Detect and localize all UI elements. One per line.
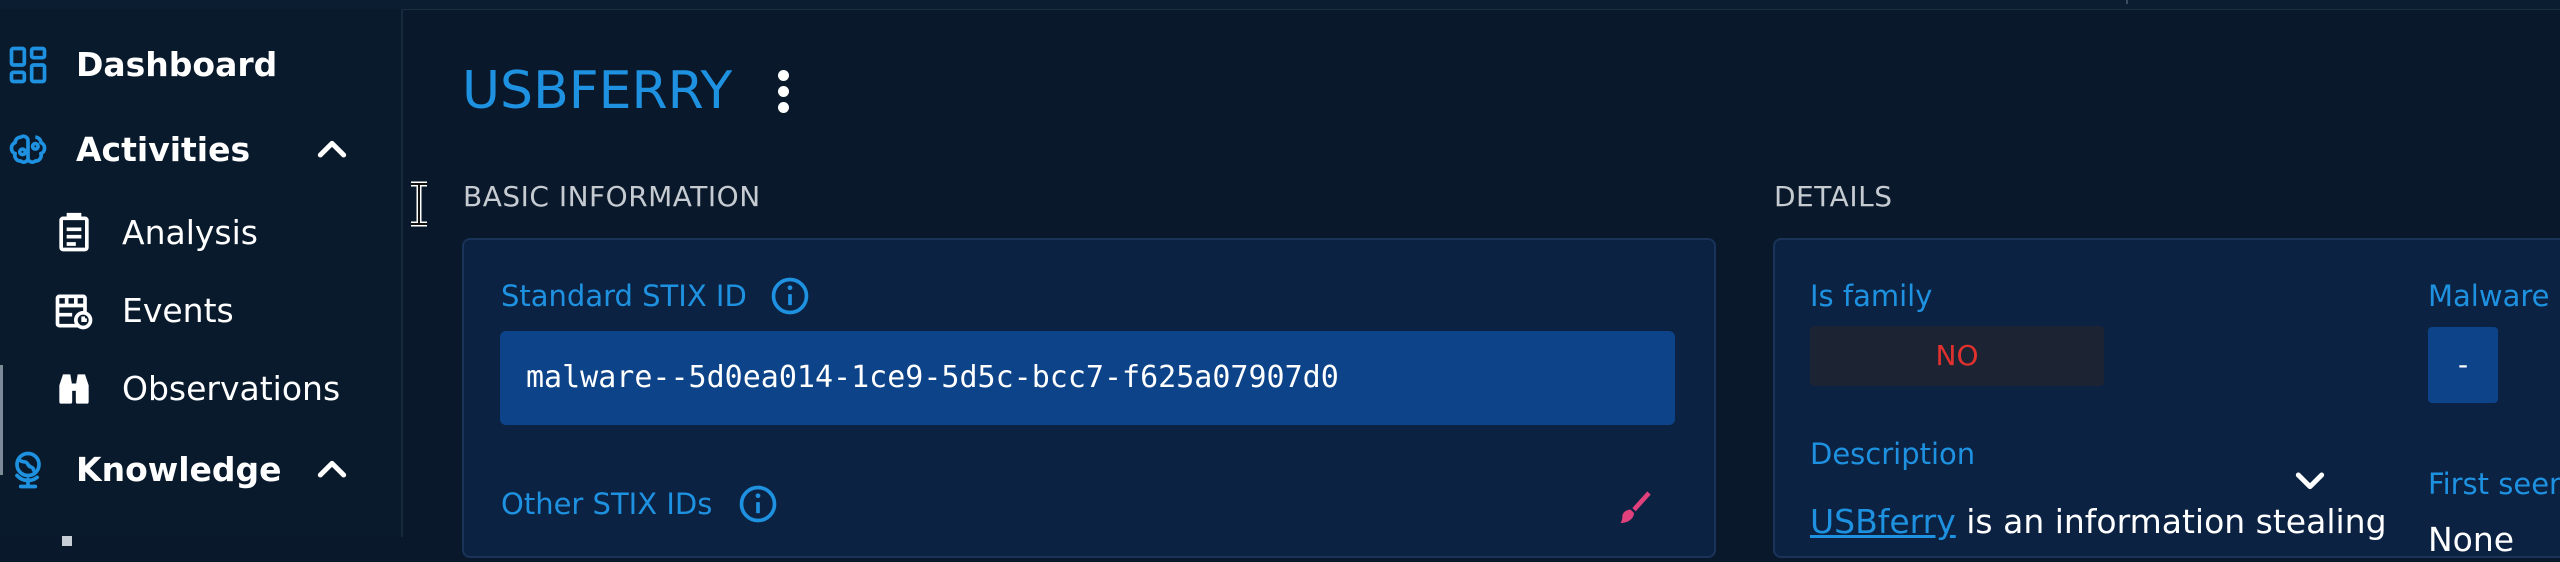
sidebar-item-events[interactable]: Events — [0, 276, 401, 346]
left-navigation: Dashboard Activities Analysis Events Obs… — [0, 9, 403, 546]
more-options-icon[interactable] — [772, 68, 796, 116]
sidebar-item-dashboard[interactable]: Dashboard — [0, 30, 401, 100]
page-title: USBFERRY — [462, 61, 733, 121]
brain-icon — [6, 128, 50, 172]
other-stix-ids-label: Other STIX IDs — [501, 487, 713, 521]
first-seen-label: First seen — [2428, 467, 2560, 501]
basic-information-heading: BASIC INFORMATION — [463, 180, 761, 213]
sidebar-item-label: Analysis — [122, 213, 258, 252]
chevron-down-icon[interactable] — [2290, 460, 2330, 500]
description-link[interactable]: USBferry — [1810, 502, 1956, 541]
sidebar-item-observations[interactable]: Observations — [0, 354, 401, 424]
sidebar-item-knowledge[interactable]: Knowledge — [0, 435, 401, 505]
description-text: USBferry is an information stealing — [1810, 500, 2387, 544]
first-seen-value: None — [2428, 520, 2515, 559]
standard-stix-id-label: Standard STIX ID — [501, 279, 747, 313]
info-icon[interactable] — [736, 482, 780, 526]
globe-icon — [6, 448, 50, 492]
malware-types-badge: - — [2428, 327, 2498, 403]
malware-types-label: Malware — [2428, 279, 2550, 313]
sidebar-item-analysis[interactable]: Analysis — [0, 198, 401, 268]
binoculars-icon — [52, 367, 96, 411]
report-icon — [52, 211, 96, 255]
calendar-icon — [52, 289, 96, 333]
is-family-label: Is family — [1810, 279, 1933, 313]
sidebar-item-label: Knowledge — [76, 450, 282, 489]
is-family-badge: NO — [1810, 326, 2104, 386]
dashboard-icon — [6, 43, 50, 87]
sidebar-scroll-marker — [0, 365, 3, 475]
chevron-up-icon[interactable] — [312, 130, 352, 170]
top-bar-divider — [2126, 0, 2128, 4]
description-body: is an information stealing — [1955, 502, 2387, 541]
sidebar-item-label: Observations — [122, 369, 341, 408]
sidebar-item-label: Events — [122, 291, 234, 330]
sidebar-item-label: Activities — [76, 130, 251, 169]
text-cursor-icon — [411, 181, 427, 227]
brush-icon[interactable] — [1614, 486, 1654, 530]
chevron-up-icon[interactable] — [312, 450, 352, 490]
standard-stix-id-field[interactable]: malware--5d0ea014-1ce9-5d5c-bcc7-f625a07… — [500, 331, 1675, 425]
sidebar-item-activities[interactable]: Activities — [0, 115, 401, 185]
info-icon[interactable] — [768, 274, 812, 318]
standard-stix-id-value: malware--5d0ea014-1ce9-5d5c-bcc7-f625a07… — [526, 360, 1339, 395]
sidebar-item-label: Dashboard — [76, 45, 278, 84]
description-label: Description — [1810, 437, 1976, 471]
next-item-icon-partial — [62, 536, 72, 546]
details-heading: DETAILS — [1774, 180, 1893, 213]
